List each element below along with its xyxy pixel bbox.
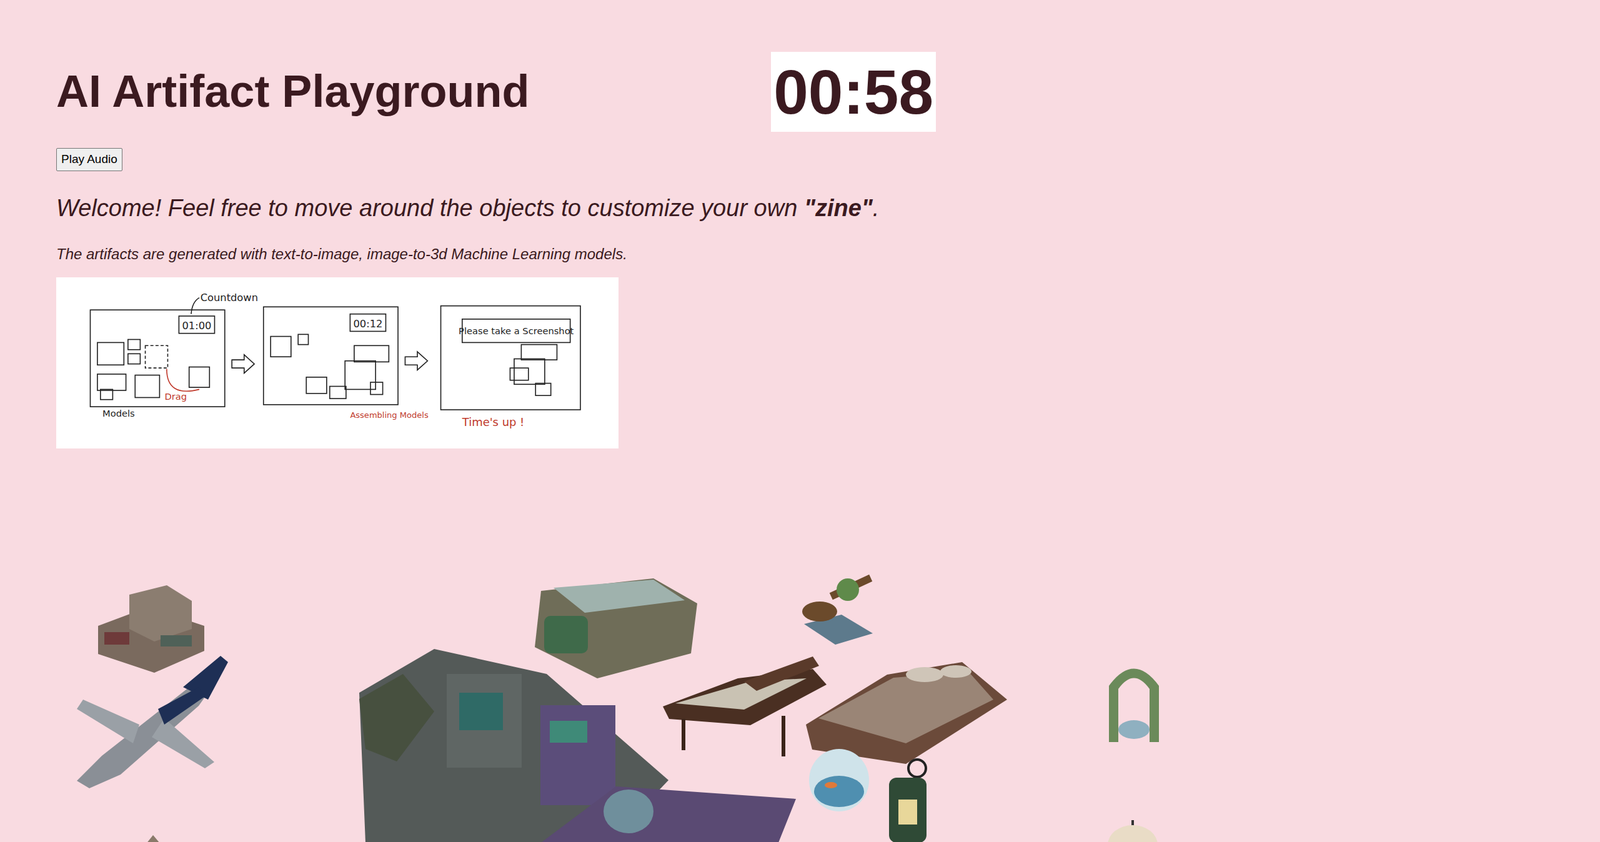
sketch-box: [270, 336, 292, 357]
lantern-artifact[interactable]: [879, 755, 936, 842]
arch-artifact[interactable]: [1099, 654, 1169, 746]
header: AI Artifact Playground 00:58: [56, 51, 936, 132]
sketch-box: [354, 345, 389, 362]
models-label: Models: [102, 407, 135, 419]
welcome-text: Welcome! Feel free to move around the ob…: [56, 193, 1600, 224]
tv-artifact[interactable]: [528, 572, 700, 681]
sketch-box: [128, 353, 141, 364]
countdown-timer: 00:58: [770, 51, 936, 132]
airplane-artifact[interactable]: [64, 649, 238, 793]
sketch-box: [89, 309, 225, 407]
globe-artifact[interactable]: [1107, 820, 1159, 842]
sketch-box: [97, 374, 127, 391]
bed-artifact[interactable]: [805, 649, 1008, 765]
welcome-end: .: [872, 194, 880, 222]
instruction-sketch: Countdown 01:00 Drag Models 00:12 Assembling …: [56, 277, 619, 449]
sketch-drawing: Countdown 01:00 Drag Models 00:12 Assembling …: [56, 277, 619, 449]
sketch-box: [521, 344, 557, 360]
piano-artifact[interactable]: [662, 656, 827, 760]
drag-line: [166, 369, 200, 392]
arrow-icon: [404, 351, 428, 370]
note-text: The artifacts are generated with text-to…: [56, 245, 1600, 264]
sketch-box: [349, 314, 386, 332]
sketch-box: [441, 305, 581, 410]
countdown-label: Countdown: [200, 291, 259, 304]
sketch-box: [134, 374, 160, 398]
sketch-box: [370, 382, 383, 395]
sketch-box: [100, 389, 114, 400]
sketch-box: [329, 386, 347, 399]
small-artifact[interactable]: [143, 833, 164, 842]
sketch-box: [509, 367, 528, 381]
sketch-box: [97, 342, 124, 365]
pointer-line: [191, 297, 200, 314]
fishbowl-artifact[interactable]: [805, 741, 873, 815]
sketch-box: [128, 339, 141, 350]
spoon-artifact[interactable]: [797, 564, 883, 645]
arrow-icon: [231, 354, 255, 373]
artifact-canvas: [0, 448, 1600, 842]
tray-artifact[interactable]: [541, 774, 796, 842]
sketch-box: [189, 366, 210, 388]
assembling-label: Assembling Models: [349, 410, 429, 420]
sketch-box: [298, 334, 309, 345]
mid-time: 00:12: [352, 318, 383, 330]
sketch-box: [535, 382, 551, 396]
times-up-label: Time's up !: [461, 415, 525, 429]
start-time: 01:00: [181, 319, 212, 332]
screenshot-prompt: Please take a Screenshot: [458, 325, 575, 337]
building-artifact[interactable]: [91, 582, 210, 675]
sketch-box: [263, 306, 398, 405]
welcome-lead: Welcome! Feel free to move around the ob…: [56, 194, 805, 222]
page: AI Artifact Playground 00:58 Play Audio …: [0, 51, 1600, 449]
zine-emphasis: "zine": [804, 194, 873, 222]
sketch-box: [178, 316, 215, 334]
page-title: AI Artifact Playground: [56, 66, 530, 117]
play-audio-button[interactable]: Play Audio: [56, 148, 123, 172]
sketch-box: [306, 377, 327, 394]
drag-label: Drag: [164, 391, 188, 402]
sketch-box: [145, 345, 169, 368]
